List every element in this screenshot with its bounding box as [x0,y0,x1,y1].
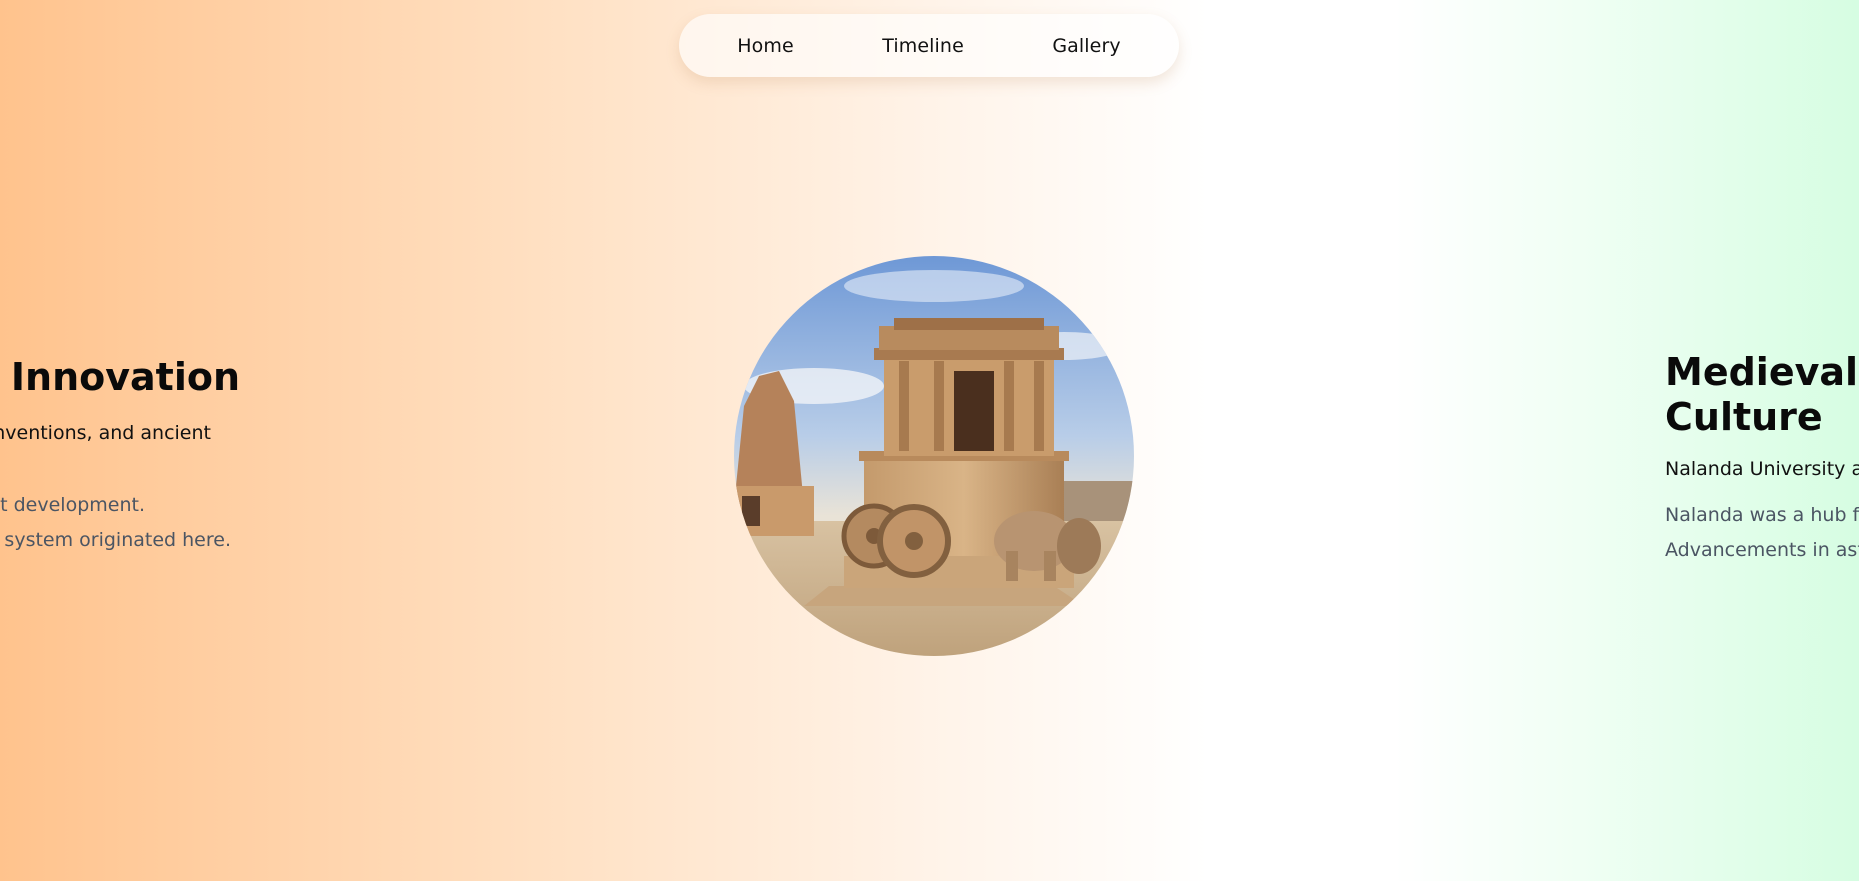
hero-image-stone-chariot [734,256,1134,656]
slide-title: of Innovation [0,355,240,399]
stone-chariot-illustration [734,256,1134,656]
slide-desc-line: Nalanda was a hub for [1665,504,1859,526]
slide-subtitle: Nalanda University and [1665,458,1859,480]
slide-title-line: Culture [1665,395,1823,439]
slide-desc-line: nal system originated here. [0,529,231,551]
slide-left: of Innovation y inventions, and ancient … [0,355,260,575]
top-nav: Home Timeline Gallery [679,14,1179,77]
slide-desc-line: Advancements in astro [1665,539,1859,561]
slide-desc-line: pt development. [0,494,145,516]
nav-timeline-link[interactable]: Timeline [882,35,964,57]
slide-subtitle: y inventions, and ancient [0,422,211,444]
slide-right: Medieval In Culture Nalanda University a… [1665,350,1859,570]
nav-gallery-link[interactable]: Gallery [1052,35,1120,57]
slide-title-line: Medieval In [1665,350,1859,394]
nav-home-link[interactable]: Home [737,35,794,57]
